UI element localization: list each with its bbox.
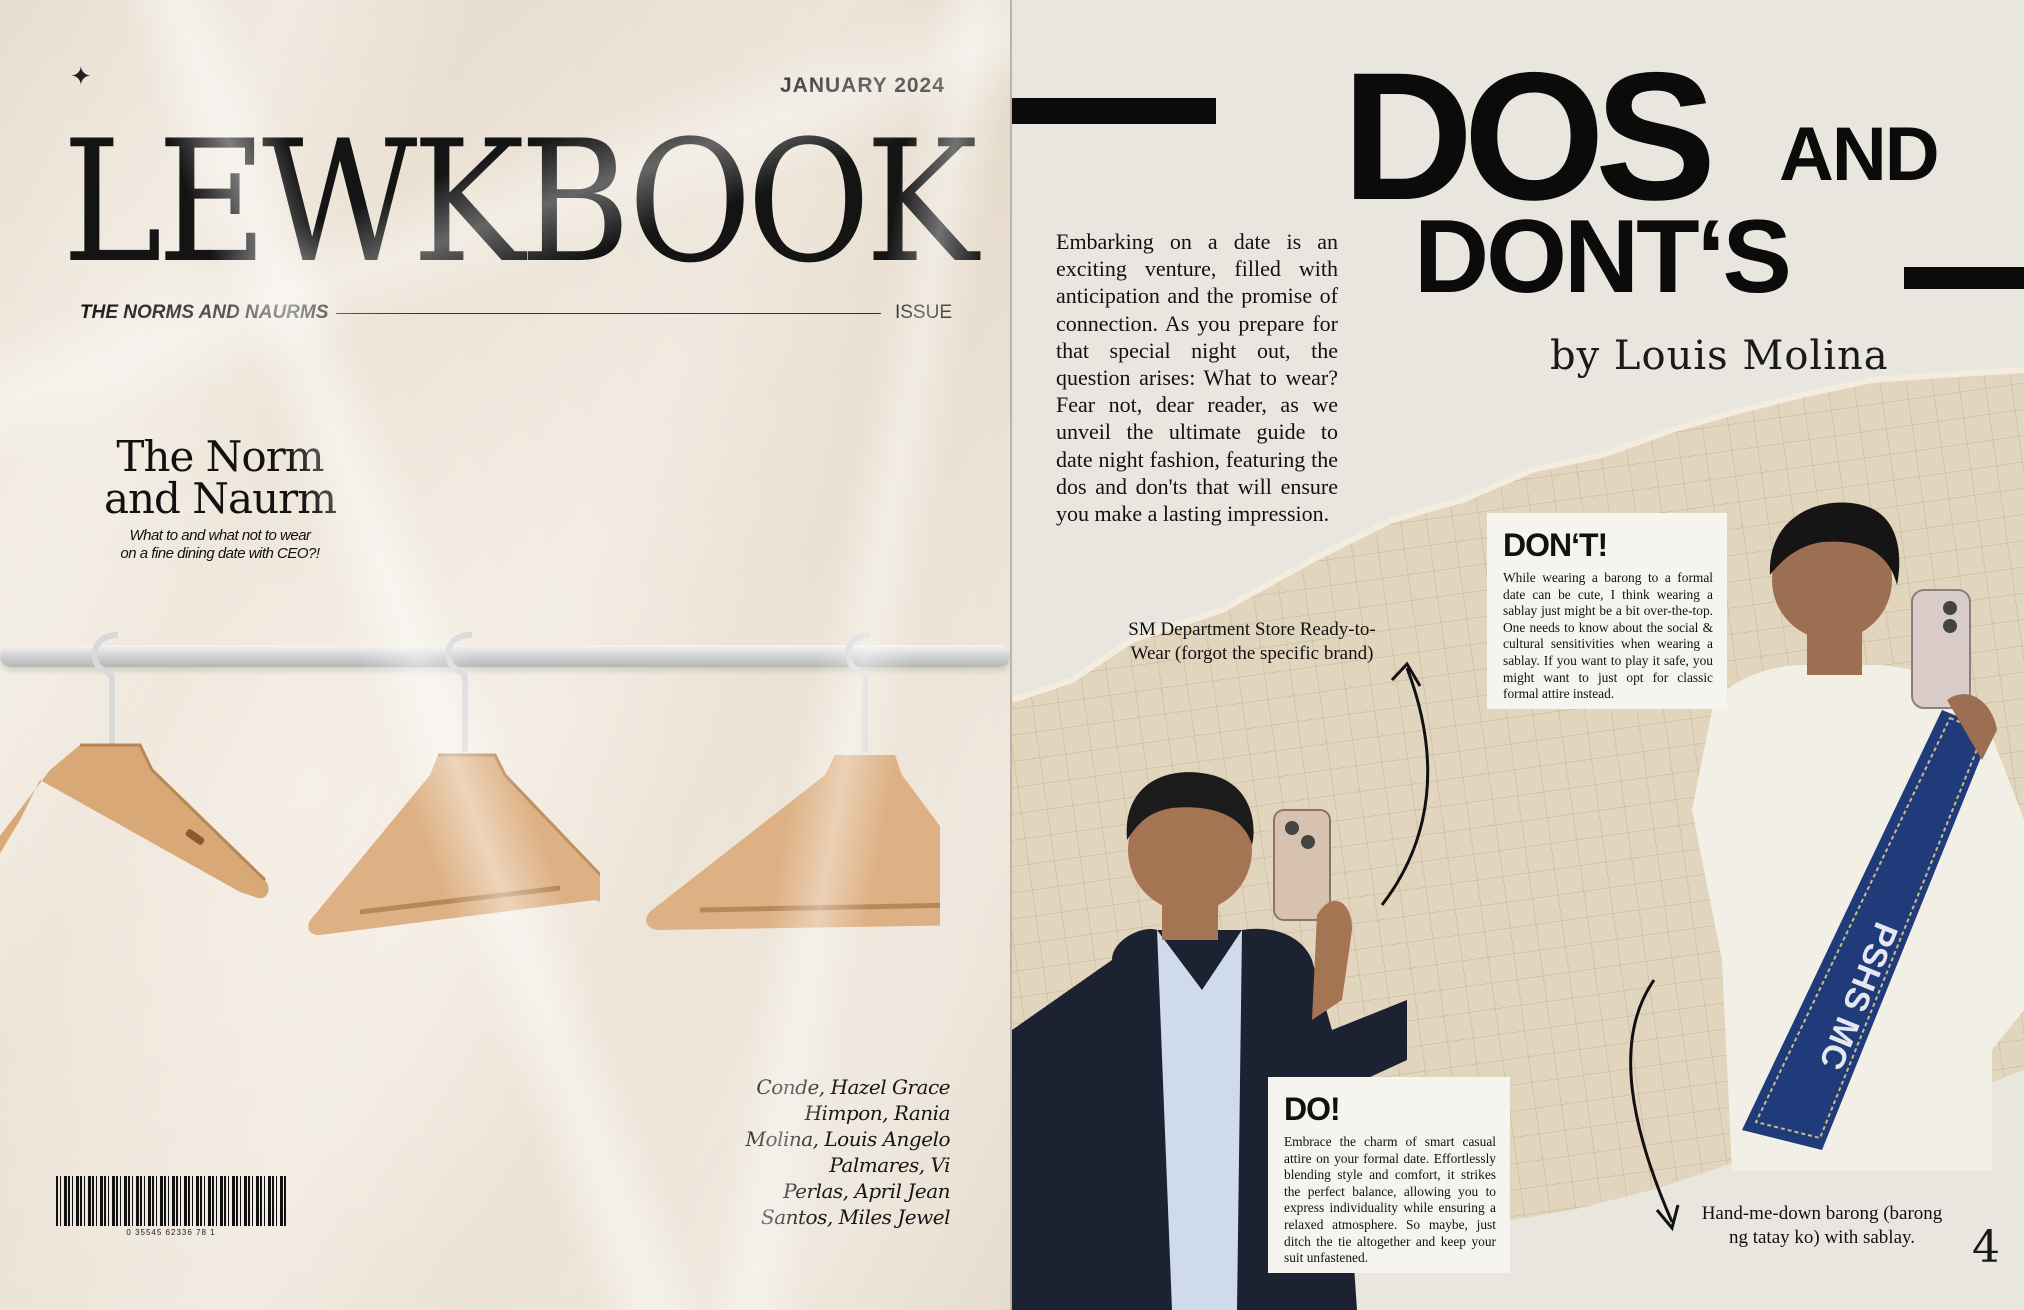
do-text: Embrace the charm of smart casual attire… [1284, 1134, 1496, 1266]
contributor-name: Perlas, April Jean [783, 1179, 950, 1203]
feature-title: The Norm and Naurm [90, 436, 350, 520]
tagline-divider [336, 312, 881, 314]
wooden-hanger-image [308, 632, 600, 936]
feature-title-line-2: and Naurm [103, 474, 337, 523]
title-rule-left [1012, 98, 1216, 124]
wooden-hanger-image [0, 632, 269, 899]
article-title-and: AND [1779, 112, 1940, 197]
outfit-caption-barong: Hand-me-down barong (barong ng tatay ko)… [1701, 1203, 1943, 1248]
dont-heading: DON‘T! [1503, 527, 1608, 563]
issue-label: ISSUE [894, 302, 952, 323]
outfit-caption-suit: SM Department Store Ready-to-Wear (forgo… [1128, 619, 1376, 664]
article-page: DOS AND DONT‘S by Louis Molina Embarking… [1012, 0, 2024, 1310]
wooden-hanger-image [646, 632, 940, 930]
title-rule-right [1904, 267, 2024, 289]
masthead: LEWKBOOK [62, 104, 978, 300]
tagline: THE NORMS AND NAURMS [80, 302, 329, 323]
dont-callout: DON‘T! While wearing a barong to a forma… [1487, 513, 1727, 709]
do-heading: DO! [1284, 1091, 1341, 1127]
feature-title-line-1: The Norm [116, 432, 324, 481]
contributor-name: Palmares, Vi [829, 1153, 950, 1177]
contributor-name: Molina, Louis Angelo [745, 1127, 951, 1151]
byline: by Louis Molina [1550, 333, 1889, 379]
magazine-cover: ✦ JANUARY 2024 LEWKBOOK THE NORMS AND NA… [0, 0, 1010, 1310]
contributor-name: Conde, Hazel Grace [756, 1075, 950, 1099]
article-title-donts: DONT‘S [1414, 199, 1792, 315]
do-callout: DO! Embrace the charm of smart casual at… [1268, 1077, 1510, 1273]
tagline-row: THE NORMS AND NAURMS ISSUE [80, 301, 952, 325]
sparkle-icon: ✦ [70, 62, 92, 92]
contributor-name: Santos, Miles Jewel [761, 1205, 951, 1229]
intro-paragraph: Embarking on a date is an exciting ventu… [1056, 229, 1338, 527]
feature-subtitle-line-1: What to and what not to wear [129, 527, 311, 544]
dont-text: While wearing a barong to a formal date … [1503, 570, 1713, 702]
contributors-list: Conde, Hazel Grace Himpon, Rania Molina,… [700, 1074, 951, 1230]
page-number: 4 [1972, 1222, 2000, 1273]
contributor-name: Himpon, Rania [804, 1101, 951, 1125]
feature-subtitle: What to and what not to wear on a fine d… [90, 527, 350, 563]
barcode [56, 1176, 286, 1226]
feature-subtitle-line-2: on a fine dining date with CEO?! [120, 545, 320, 562]
barcode-number: 0 35545 62336 78 1 [126, 1228, 216, 1237]
issue-date: JANUARY 2024 [780, 74, 945, 97]
model-in-barong-photo: PSHS MC [1692, 502, 2024, 1170]
